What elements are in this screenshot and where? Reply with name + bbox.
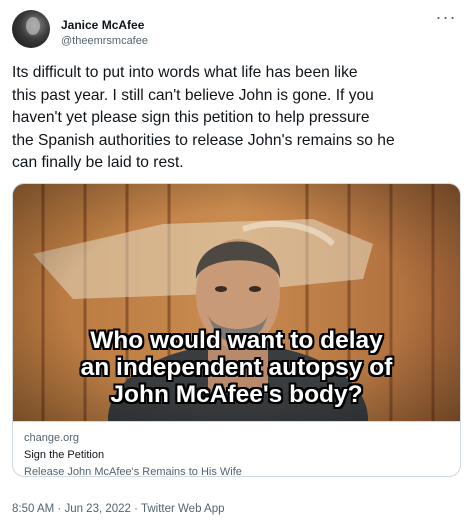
meme-caption-line: John McAfee's body? [110,381,363,408]
tweet-header: Janice McAfee @theemrsmcafee ··· [12,8,460,50]
card-image[interactable]: Who would want to delay an independent a… [13,184,460,421]
meme-caption-line: Who would want to delay [90,327,383,354]
link-card[interactable]: Who would want to delay an independent a… [12,183,461,477]
card-info[interactable]: change.org Sign the Petition Release Joh… [13,421,460,477]
avatar-face [26,17,40,35]
meme-caption-line: an independent autopsy of [80,354,393,381]
tweet-text: Its difficult to put into words what lif… [12,62,462,175]
tweet-text-line: can finally be laid to rest. [12,154,184,171]
meta-separator: · [54,503,65,515]
card-title: Sign the Petition [24,449,105,461]
tweet-date[interactable]: Jun 23, 2022 [64,503,131,515]
tweet-time[interactable]: 8:50 AM [12,503,54,515]
author-handle[interactable]: @theemrsmcafee [61,35,148,47]
tweet-text-line: the Spanish authorities to release John'… [12,131,395,149]
tweet-text-line: this past year. I still can't believe Jo… [12,86,374,104]
tweet-text-line: haven't yet please sign this petition to… [12,109,370,126]
avatar[interactable] [12,10,50,48]
more-options-icon[interactable]: ··· [434,8,458,30]
author-name[interactable]: Janice McAfee [61,18,144,32]
tweet-source[interactable]: Twitter Web App [141,503,225,515]
meta-separator: · [130,503,141,515]
card-description: Release John McAfee's Remains to His Wif… [24,466,242,477]
card-domain: change.org [24,432,80,444]
tweet-text-line: Its difficult to put into words what lif… [12,64,358,81]
tweet-meta: 8:50 AM · Jun 23, 2022 · Twitter Web App [12,503,225,515]
